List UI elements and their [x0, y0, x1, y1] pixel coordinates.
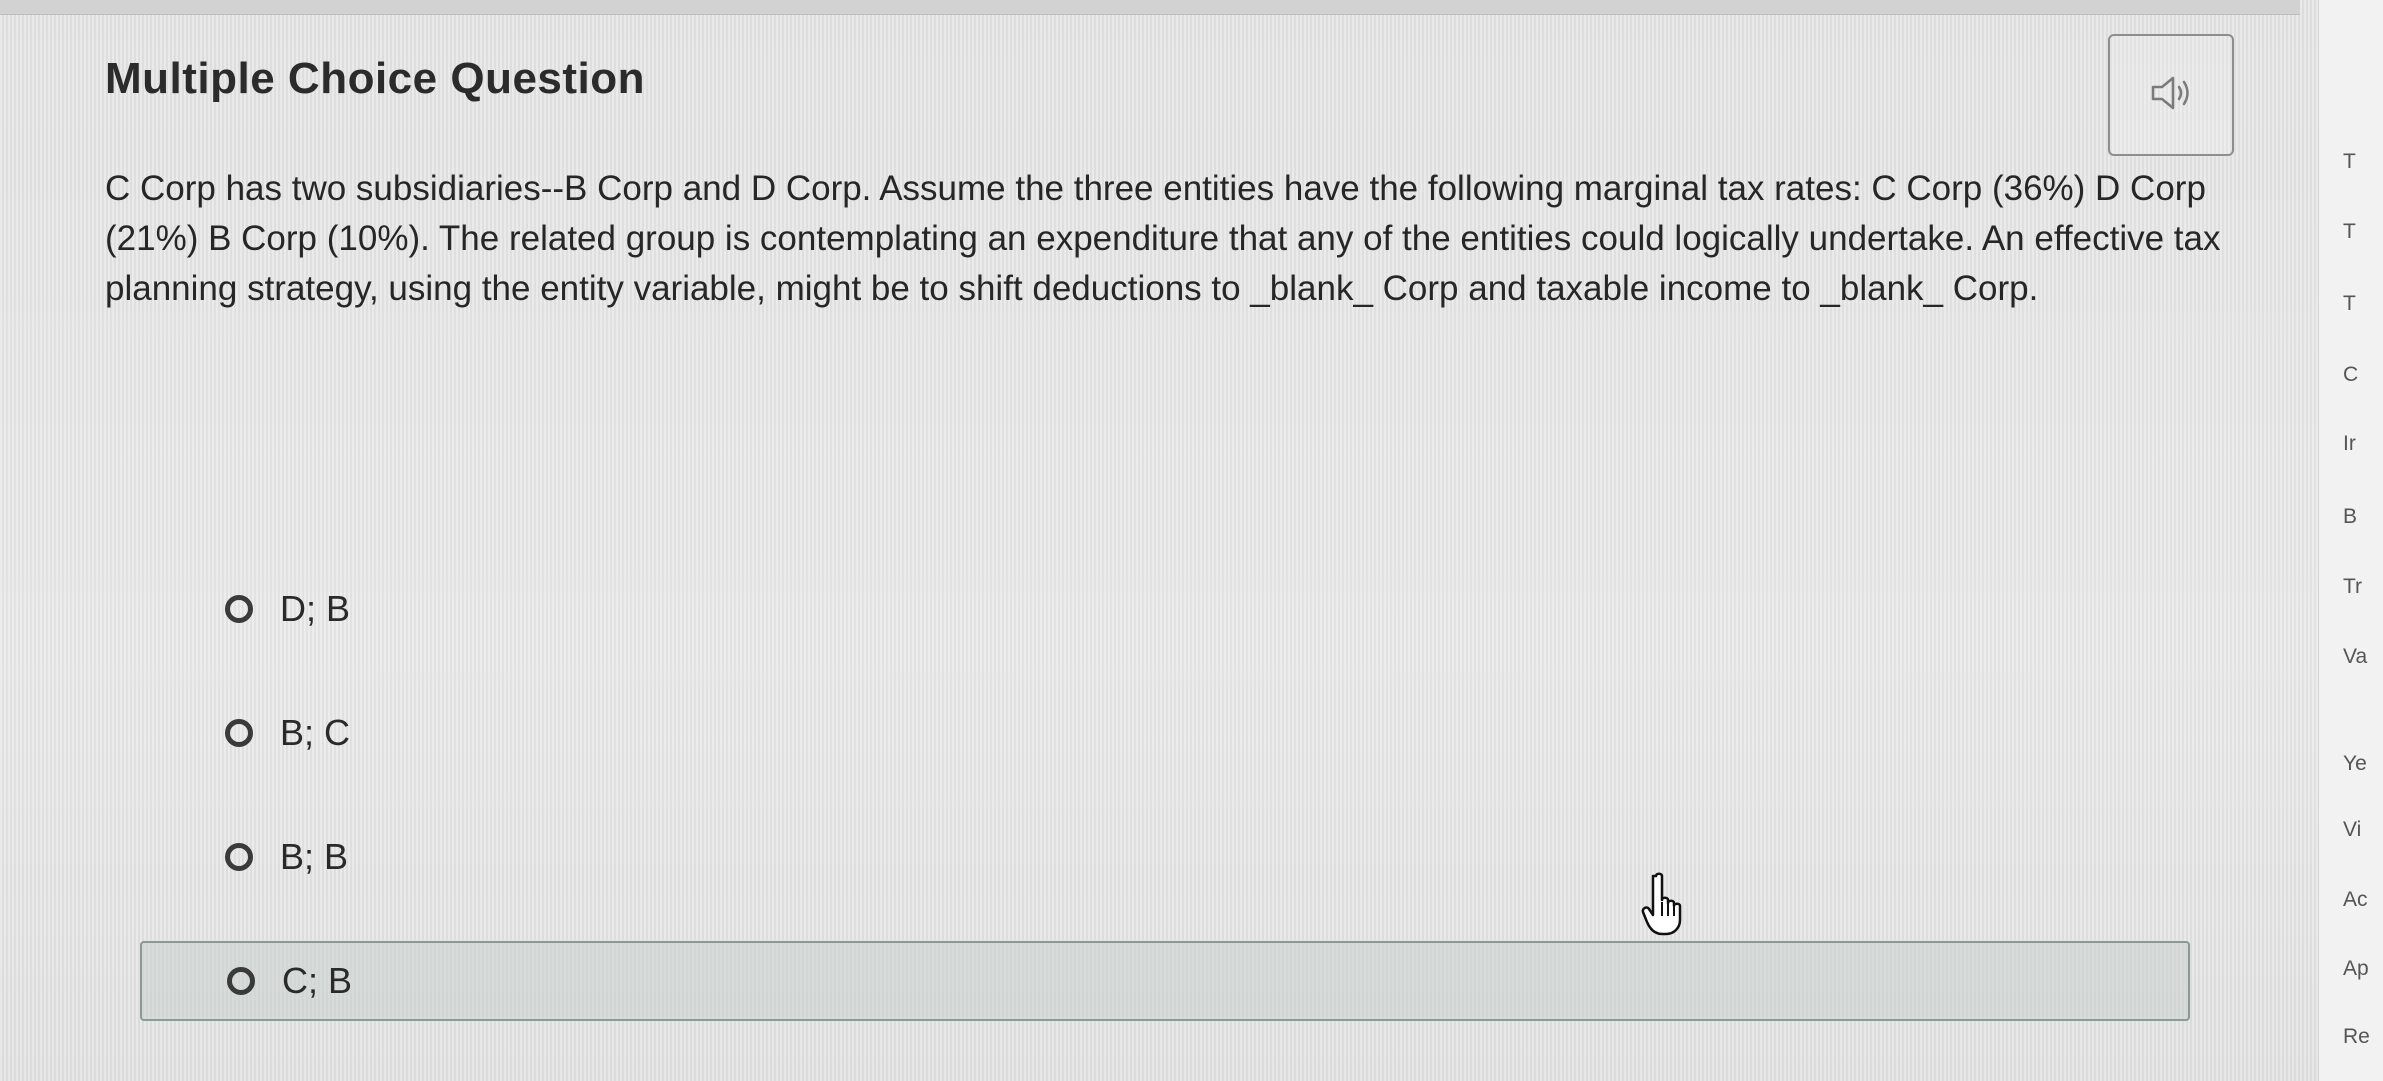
sidebar-item[interactable]: Ap: [2343, 957, 2369, 981]
screen: Multiple Choice Question C Corp has two …: [0, 0, 2383, 1081]
choice-label: B; C: [280, 712, 351, 753]
sidebar-item[interactable]: T: [2343, 292, 2356, 316]
sidebar-item[interactable]: Ac: [2343, 888, 2368, 912]
sidebar-item[interactable]: T: [2343, 220, 2356, 244]
radio-button[interactable]: [225, 595, 253, 623]
top-strip: [0, 0, 2300, 15]
radio-button[interactable]: [225, 719, 253, 747]
choice-label: C; B: [282, 960, 353, 1001]
sidebar-item[interactable]: T: [2343, 150, 2356, 174]
sidebar-item[interactable]: Vi: [2343, 818, 2361, 842]
right-sidebar: T T T C Ir B Tr Va Ye Vi Ac Ap Re: [2318, 0, 2383, 1081]
sidebar-item[interactable]: Va: [2343, 645, 2367, 669]
choice-d-b[interactable]: D; B: [140, 569, 2190, 649]
radio-button[interactable]: [225, 843, 253, 871]
choice-c-b[interactable]: C; B: [140, 941, 2190, 1021]
choice-b-b[interactable]: B; B: [140, 817, 2190, 897]
choice-label: D; B: [280, 588, 351, 629]
choice-b-c[interactable]: B; C: [140, 693, 2190, 773]
speaker-icon: [2147, 71, 2195, 120]
sidebar-item[interactable]: Ir: [2343, 432, 2356, 456]
sidebar-item[interactable]: Tr: [2343, 575, 2362, 599]
choice-label: B; B: [280, 836, 349, 877]
radio-button[interactable]: [227, 967, 255, 995]
sidebar-item[interactable]: B: [2343, 505, 2357, 529]
answer-choices: D; B B; C B; B C; B: [140, 569, 2190, 1065]
question-title: Multiple Choice Question: [105, 54, 646, 103]
question-text: C Corp has two subsidiaries--B Corp and …: [105, 169, 2221, 308]
sidebar-item[interactable]: Re: [2343, 1025, 2370, 1049]
question-panel: Multiple Choice Question C Corp has two …: [0, 14, 2290, 1081]
sidebar-item[interactable]: Ye: [2343, 752, 2367, 776]
sidebar-item[interactable]: C: [2343, 363, 2358, 387]
hand-pointer-icon: [1640, 872, 1688, 936]
read-aloud-button[interactable]: [2108, 34, 2234, 156]
